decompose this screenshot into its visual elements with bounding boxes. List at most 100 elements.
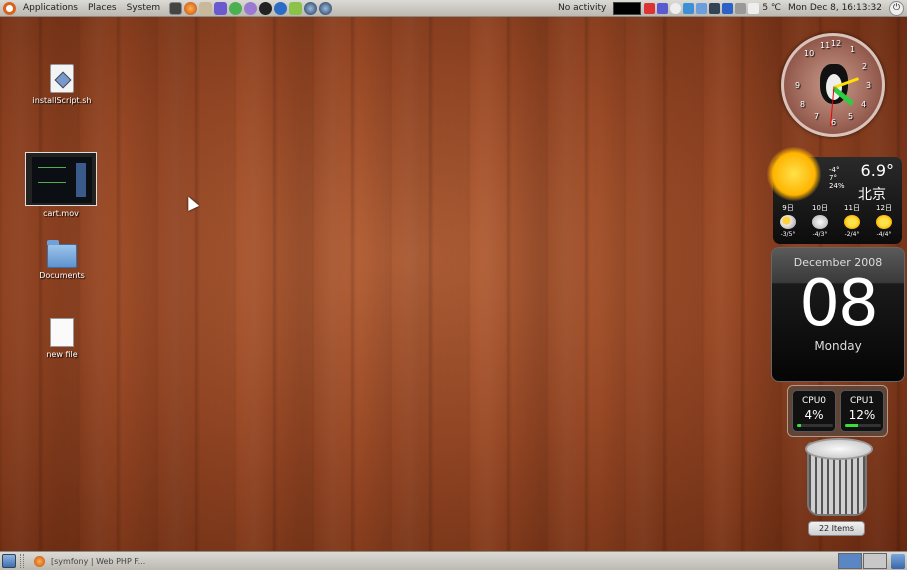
workspace-2[interactable]: [863, 553, 887, 569]
blue-globe-icon[interactable]: [304, 1, 318, 15]
desktop-icon-new-file[interactable]: new file: [22, 318, 102, 359]
forecast-date: 10日: [812, 204, 828, 212]
clock-number: 1: [850, 45, 856, 54]
calendar-widget[interactable]: December 2008 08 Monday: [771, 247, 905, 382]
gear-icon[interactable]: [214, 1, 228, 15]
trash-count-label: 22 Items: [808, 521, 865, 536]
forecast-day: 11日 -2/4°: [837, 203, 867, 238]
notify-icon[interactable]: [644, 2, 656, 14]
chat-tray-icon[interactable]: [670, 2, 682, 14]
cpu-load-bar: [845, 424, 881, 427]
qq-icon[interactable]: [259, 1, 273, 15]
weather-details: -4° 7° 24%: [829, 166, 845, 190]
blue-globe-icon-2[interactable]: [319, 1, 333, 15]
panel-clock[interactable]: Mon Dec 8, 16:13:32: [784, 3, 886, 13]
main-menu: Applications Places System: [3, 1, 166, 15]
system-tray: No activity 5 ℃ Mon Dec 8, 16:13:32 ⏻: [554, 0, 904, 16]
weather-high: 7°: [829, 174, 837, 182]
desktop-icon-label: installScript.sh: [32, 96, 92, 105]
shell-script-icon: [50, 64, 74, 93]
taskbar-window-button[interactable]: [symfony | Web PHP F...: [28, 553, 151, 569]
forecast-date: 11日: [844, 204, 860, 212]
update-icon[interactable]: [683, 2, 695, 14]
cpu-monitor-widget[interactable]: CPU0 4% CPU1 12%: [787, 385, 888, 437]
power-icon[interactable]: ⏻: [889, 0, 904, 16]
terminal-icon[interactable]: [169, 1, 183, 15]
desktop-icon-label: new file: [46, 350, 78, 359]
clock-number: 4: [861, 100, 867, 109]
forecast-day: 10日 -4/3°: [805, 203, 835, 238]
menu-places[interactable]: Places: [83, 3, 122, 13]
menu-system[interactable]: System: [122, 3, 166, 13]
forecast-day: 9日 -3/5°: [773, 203, 803, 238]
snow-cloud-icon: [812, 215, 828, 229]
cpu-load-bar: [797, 424, 833, 427]
trash-widget[interactable]: [803, 438, 873, 522]
forecast-range: -4/4°: [876, 231, 892, 238]
clock-number: 9: [795, 81, 801, 90]
workspace-switcher: [838, 553, 887, 569]
firefox-icon: [34, 555, 45, 567]
sun-icon: [876, 215, 892, 229]
cpu1-meter: CPU1 12%: [840, 390, 884, 432]
clock-number: 2: [862, 62, 868, 71]
sun-icon: [767, 147, 821, 201]
ubuntu-logo-icon[interactable]: [3, 1, 16, 15]
clock-number: 11: [820, 41, 831, 50]
desktop-icon-installscript[interactable]: installScript.sh: [22, 64, 102, 105]
desktop-icon-label: Documents: [39, 271, 85, 280]
folder-icon: [47, 240, 77, 268]
forecast-range: -2/4°: [844, 231, 860, 238]
chat-icon[interactable]: [244, 1, 258, 15]
volume-icon[interactable]: [735, 2, 747, 14]
calendar-weekday: Monday: [814, 339, 862, 353]
cpu-percent: 12%: [848, 408, 876, 422]
bug-icon[interactable]: [199, 1, 213, 15]
clock-number: 3: [866, 81, 872, 90]
clock-number: 12: [831, 39, 842, 48]
text-file-icon: [50, 318, 74, 347]
software-icon[interactable]: [289, 1, 303, 15]
top-panel: Applications Places System No activity 5…: [0, 0, 907, 17]
bottom-panel: [symfony | Web PHP F...: [0, 551, 907, 570]
weather-low: -4°: [829, 166, 840, 174]
cpu-load-fill: [845, 424, 858, 427]
desktop-icon-cart-mov[interactable]: cart.mov: [21, 152, 101, 218]
qq-icon-2[interactable]: [274, 1, 288, 15]
clock-number: 5: [848, 112, 854, 121]
firefox-icon[interactable]: [184, 1, 198, 15]
settings-icon[interactable]: [657, 2, 669, 14]
partly-cloudy-icon: [780, 215, 796, 229]
messenger-icon[interactable]: [229, 1, 243, 15]
signal-icon[interactable]: [709, 2, 721, 14]
desktop-icon-label: cart.mov: [43, 209, 79, 218]
forecast-date: 9日: [782, 204, 794, 212]
weather-widget[interactable]: -4° 7° 24% 6.9° 北京 9日 -3/5° 10日 -4/3° 11…: [767, 147, 902, 244]
analog-clock-widget[interactable]: 10 11 12 1 2 3 4 5 6 7 8 9: [781, 33, 885, 137]
sun-icon: [844, 215, 860, 229]
cpu-name: CPU0: [801, 396, 827, 406]
info-icon[interactable]: [722, 2, 734, 14]
calendar-day: 08: [799, 267, 878, 341]
display-icon[interactable]: [696, 2, 708, 14]
panel-grip[interactable]: [20, 554, 24, 568]
menu-applications[interactable]: Applications: [18, 3, 83, 13]
desktop-icon-documents[interactable]: Documents: [22, 240, 102, 280]
network-graph[interactable]: [613, 1, 642, 15]
trash-bin-icon: [805, 438, 873, 516]
cpu-percent: 4%: [804, 408, 824, 422]
network-activity-label: No activity: [558, 3, 607, 13]
taskbar-window-title: [symfony | Web PHP F...: [51, 556, 146, 566]
clock-number: 7: [814, 112, 820, 121]
launcher-bar: [169, 1, 333, 15]
weather-city: 北京: [858, 187, 886, 203]
cpu-load-fill: [797, 424, 802, 427]
workspace-1[interactable]: [838, 553, 862, 569]
weather-tray-icon[interactable]: [748, 2, 760, 14]
forecast-date: 12日: [876, 204, 892, 212]
show-desktop-button[interactable]: [2, 554, 16, 568]
weather-temp: 6.9°: [860, 161, 894, 180]
forecast-day: 12日 -4/4°: [869, 203, 899, 238]
cpu0-meter: CPU0 4%: [792, 390, 836, 432]
trash-applet-icon[interactable]: [891, 553, 905, 569]
